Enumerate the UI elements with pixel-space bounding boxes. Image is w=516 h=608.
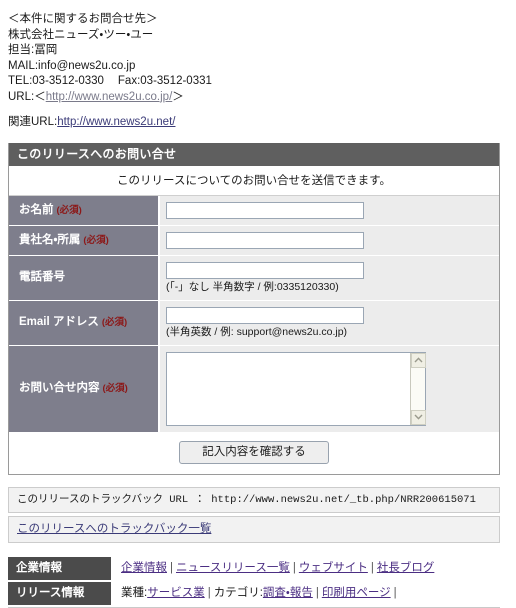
contact-url-label: URL:＜ (8, 90, 46, 103)
required-mark-email: (必須) (101, 317, 128, 328)
field-cell-message (159, 345, 499, 433)
phone-input[interactable] (166, 261, 364, 279)
press-release-contact-page: ＜本件に関するお問合せ先＞ 株式会社ニューズ・ツー・ユー 担当:冨岡 MAIL:… (0, 0, 516, 608)
form-row-message: お問い合せ内容 (必須) (9, 345, 499, 433)
email-hint: (半角英数 / 例: support@news2u.co.jp) (166, 325, 348, 338)
footer-link-president-blog[interactable]: 社長ブログ (377, 562, 435, 574)
form-row-phone: 電話番号 (「-」なし 半角数字 / 例:0335120330) (9, 255, 499, 301)
footer-sep: | (370, 561, 374, 574)
footer-label-company: 企業情報 (8, 556, 113, 582)
label-text-name: お名前 (19, 203, 54, 216)
label-text-phone: 電話番号 (19, 271, 65, 283)
contact-person: 担当:冨岡 (8, 44, 58, 56)
footer-link-category[interactable]: 調査・報告 (263, 587, 313, 599)
footer-link-company-info[interactable]: 企業情報 (121, 562, 167, 574)
message-textarea[interactable] (167, 352, 409, 425)
related-url-row: 関連URL:http://www.news2u.net/ (8, 115, 516, 131)
footer-row-release: リリース情報 業種:サービス業 | カテゴリ:調査・報告 | 印刷用ページ | (8, 580, 500, 607)
form-row-name: お名前 (必須) (9, 195, 499, 226)
required-mark-name: (必須) (56, 204, 82, 216)
email-input[interactable] (166, 306, 364, 324)
required-mark-message: (必須) (102, 383, 128, 394)
field-cell-company (159, 225, 499, 256)
related-url-link[interactable]: http://www.news2u.net/ (57, 116, 175, 128)
footer-link-release-list[interactable]: ニュースリリース一覧 (176, 562, 290, 574)
confirm-button[interactable]: 記入内容を確認する (179, 440, 329, 464)
field-cell-email: (半角英数 / 例: support@news2u.co.jp) (159, 300, 499, 346)
inquiry-form-table: お名前 (必須) 貴社名・所属 (必須) 電話番号 (「-」なし 半角数字 / … (9, 195, 499, 474)
footer-text-category-label: カテゴリ: (213, 586, 263, 599)
label-text-message: お問い合せ内容 (19, 382, 100, 394)
contact-info-block: ＜本件に関するお問合せ先＞ 株式会社ニューズ・ツー・ユー 担当:冨岡 MAIL:… (0, 0, 516, 131)
footer-sep-trailing: | (393, 586, 397, 599)
label-cell-company: 貴社名・所属 (必須) (9, 225, 160, 256)
form-row-email: Email アドレス (必須) (半角英数 / 例: support@news2u… (9, 300, 499, 346)
trackback-url-box: このリリースのトラックバック URL ： http://www.news2u.n… (8, 486, 500, 513)
related-url-label: 関連URL: (8, 116, 58, 128)
name-input[interactable] (166, 201, 364, 219)
label-cell-phone: 電話番号 (9, 255, 160, 301)
footer-sep: | (170, 561, 173, 574)
footer-links-company: 企業情報 | ニュースリリース一覧 | ウェブサイト | 社長ブログ (112, 556, 500, 582)
scroll-up-icon[interactable] (411, 352, 426, 368)
scroll-down-icon[interactable] (411, 409, 426, 425)
required-mark-company: (必須) (83, 234, 109, 246)
label-cell-message: お問い合せ内容 (必須) (9, 345, 160, 433)
inquiry-form-panel: このリリースへのお問い合せ このリリースについてのお問い合せを送信できます。 お… (8, 142, 500, 475)
footer-bottom-rule (8, 606, 500, 608)
label-text-email: Email アドレス (19, 316, 99, 328)
textarea-scrollbar[interactable] (410, 352, 426, 425)
contact-tel-fax: TEL:03-3512-0330 Fax:03-3512-0331 (8, 74, 516, 90)
footer-link-website[interactable]: ウェブサイト (299, 562, 368, 574)
label-text-company: 貴社名・所属 (19, 233, 81, 246)
trackback-list-link[interactable]: このリリースへのトラックバック一覧 (17, 523, 211, 535)
footer-links-release: 業種:サービス業 | カテゴリ:調査・報告 | 印刷用ページ | (112, 580, 500, 607)
contact-url-close: ＞ (172, 90, 184, 103)
contact-heading: ＜本件に関するお問合せ先＞ (8, 13, 158, 25)
contact-fax: Fax:03-3512-0331 (117, 75, 212, 87)
footer-link-industry[interactable]: サービス業 (147, 587, 205, 599)
trackback-list-box: このリリースへのトラックバック一覧 (8, 515, 500, 543)
label-cell-name: お名前 (必須) (9, 195, 160, 226)
footer-link-print-page[interactable]: 印刷用ページ (322, 587, 391, 599)
phone-hint: (「-」なし 半角数字 / 例:0335120330) (166, 280, 339, 293)
footer-sep: | (315, 586, 319, 599)
company-url-link[interactable]: http://www.news2u.co.jp/ (46, 91, 173, 103)
company-input[interactable] (166, 231, 364, 249)
label-cell-email: Email アドレス (必須) (9, 300, 160, 346)
footer-label-release: リリース情報 (8, 580, 113, 607)
field-cell-phone: (「-」なし 半角数字 / 例:0335120330) (159, 255, 499, 301)
field-cell-name (159, 195, 499, 226)
contact-mail: MAIL:info@news2u.co.jp (8, 59, 136, 72)
footer-sep: | (207, 586, 211, 599)
contact-tel: TEL:03-3512-0330 (8, 75, 104, 87)
footer-row-company: 企業情報 企業情報 | ニュースリリース一覧 | ウェブサイト | 社長ブログ (8, 556, 500, 582)
inquiry-form-intro: このリリースについてのお問い合せを送信できます。 (9, 165, 499, 196)
inquiry-form-title: このリリースへのお問い合せ (9, 142, 499, 166)
footer-text-industry-label: 業種: (121, 586, 148, 599)
contact-url-row: URL:＜http://www.news2u.co.jp/＞ (8, 90, 516, 106)
form-row-company: 貴社名・所属 (必須) (9, 225, 499, 256)
footer-sep: | (292, 561, 296, 574)
submit-cell: 記入内容を確認する (9, 432, 499, 474)
form-row-submit: 記入内容を確認する (9, 432, 499, 474)
message-textarea-shell (166, 351, 426, 426)
contact-company: 株式会社ニューズ・ツー・ユー (8, 28, 154, 41)
